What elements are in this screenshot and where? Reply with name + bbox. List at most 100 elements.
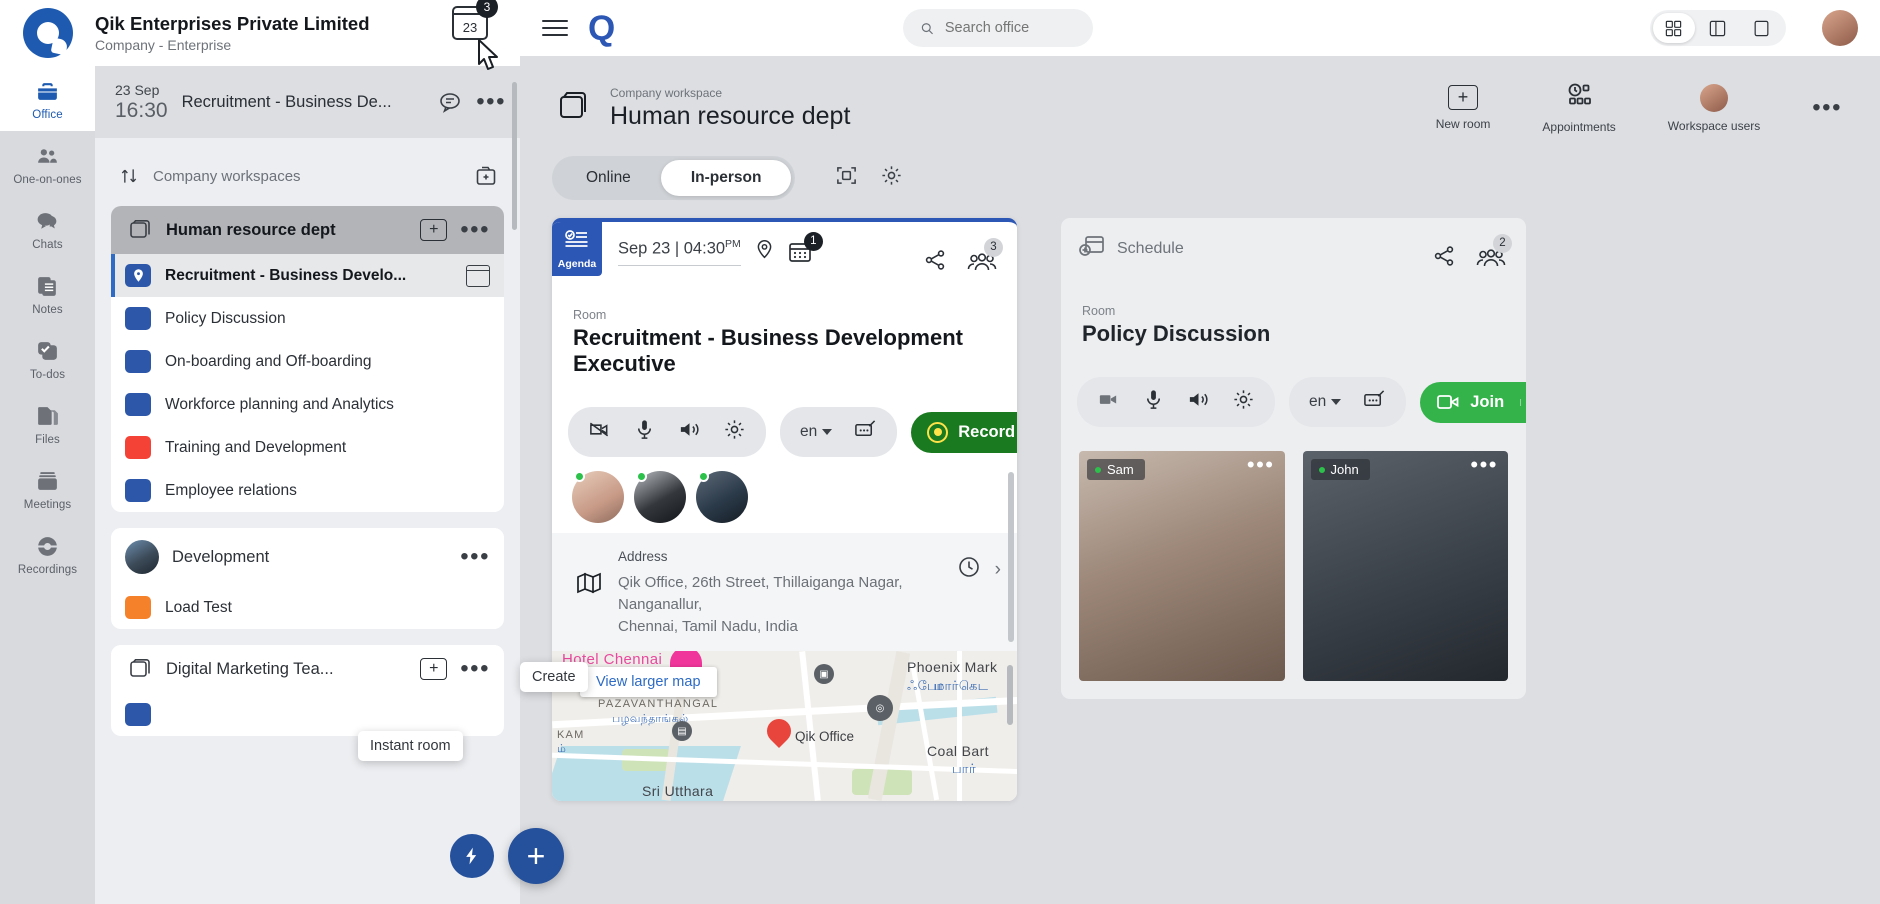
avatar[interactable] — [572, 471, 624, 523]
participants-with-badge[interactable]: 3 — [967, 251, 997, 275]
checkbox-icon — [35, 338, 61, 364]
language-selector[interactable]: en — [800, 423, 832, 441]
settings-gear-icon[interactable] — [1232, 388, 1255, 416]
location-pin-icon[interactable] — [754, 239, 775, 265]
sidebar-room-load-test[interactable]: Load Test — [111, 586, 504, 629]
split-view-button[interactable] — [1697, 13, 1739, 43]
room-label: Room — [552, 296, 1017, 325]
camera-icon[interactable] — [1097, 388, 1120, 416]
camera-off-icon[interactable] — [588, 418, 611, 446]
workspace-header-development[interactable]: Development ••• — [111, 528, 504, 586]
sidebar-room-recruitment[interactable]: Recruitment - Business Develo... — [111, 254, 504, 297]
workspace-more-icon[interactable]: ••• — [460, 662, 490, 676]
app-logo[interactable] — [0, 0, 95, 66]
chevron-right-icon[interactable]: › — [995, 559, 1001, 581]
clock-icon[interactable] — [957, 555, 981, 584]
sidebar-item-to-dos[interactable]: To-dos — [0, 326, 95, 391]
workspace-more-icon[interactable]: ••• — [460, 550, 490, 564]
add-room-button[interactable]: + — [420, 658, 447, 680]
page-title: Human resource dept — [610, 102, 850, 131]
settings-gear-icon[interactable] — [723, 418, 746, 446]
sidebar-item-meetings[interactable]: Meetings — [0, 456, 95, 521]
card-scrollbar[interactable] — [1008, 472, 1014, 642]
settings-gear-icon[interactable] — [880, 164, 903, 192]
share-icon[interactable] — [1432, 244, 1456, 273]
join-dropdown[interactable] — [1520, 399, 1526, 406]
appointments-button[interactable]: Appointments — [1542, 82, 1615, 134]
chat-icon[interactable] — [438, 90, 462, 114]
schedule-tag[interactable]: Schedule — [1061, 218, 1184, 264]
microphone-icon[interactable] — [1142, 388, 1165, 416]
card-header-actions: 3 — [923, 222, 1017, 277]
calendar-with-badge[interactable]: 1 — [788, 241, 812, 263]
top-bar: Q — [520, 0, 1880, 56]
agenda-label: Agenda — [552, 258, 602, 270]
active-meeting-strip[interactable]: 23 Sep 16:30 Recruitment - Business De..… — [95, 66, 520, 138]
sort-arrows-icon[interactable] — [119, 166, 139, 186]
sidebar-item-notes[interactable]: Notes — [0, 261, 95, 326]
new-room-button[interactable]: + New room — [1436, 85, 1491, 131]
banner-actions: + New room Appointments Workspace users … — [1436, 82, 1852, 134]
single-view-button[interactable] — [1741, 13, 1783, 43]
speaker-icon[interactable] — [678, 418, 701, 446]
video-tile[interactable]: John ••• — [1303, 451, 1509, 681]
participant-name-badge: Sam — [1087, 459, 1145, 480]
workspace-list: Company workspaces Human resource dept +… — [95, 138, 520, 904]
sidebar-item-one-on-ones[interactable]: One-on-ones — [0, 131, 95, 196]
qr-scan-icon[interactable] — [835, 164, 858, 192]
workspace-users-button[interactable]: Workspace users — [1668, 84, 1760, 133]
user-avatar[interactable] — [1822, 10, 1858, 46]
grid-view-button[interactable] — [1653, 13, 1695, 43]
calendar-day-chip[interactable]: 23 3 — [452, 6, 488, 40]
language-selector[interactable]: en — [1309, 393, 1341, 411]
sidebar-room-placeholder[interactable] — [111, 693, 504, 736]
avatar[interactable] — [634, 471, 686, 523]
more-options-icon[interactable]: ••• — [1812, 101, 1842, 115]
sidebar-room-workforce-planning[interactable]: Workforce planning and Analytics — [111, 383, 504, 426]
agenda-tab[interactable]: Agenda — [552, 222, 602, 276]
meeting-datetime[interactable]: Sep 23 | 04:30PM — [618, 238, 741, 266]
more-options-icon[interactable]: ••• — [1470, 457, 1498, 472]
hamburger-menu-icon[interactable] — [542, 20, 568, 37]
sidebar-item-recordings[interactable]: Recordings — [0, 521, 95, 586]
participants-with-badge[interactable]: 2 — [1476, 247, 1506, 271]
sidebar-room-training-development[interactable]: Training and Development — [111, 426, 504, 469]
sidebar-room-policy-discussion[interactable]: Policy Discussion — [111, 297, 504, 340]
calendar-icon[interactable] — [466, 265, 490, 287]
sidebar-room-employee-relations[interactable]: Employee relations — [111, 469, 504, 512]
search-input[interactable] — [945, 20, 1077, 36]
sidebar-item-files[interactable]: Files — [0, 391, 95, 456]
more-options-icon[interactable]: ••• — [476, 95, 506, 109]
video-join-icon — [1436, 392, 1460, 412]
speaker-icon[interactable] — [1187, 388, 1210, 416]
search-box[interactable] — [903, 9, 1093, 47]
location-map[interactable]: Hotel Chennai View larger map PAZAVANTHA… — [552, 651, 1017, 801]
main-area: Q Company workspace Human resource dept — [520, 0, 1880, 904]
workspace-header-human-resource-dept[interactable]: Human resource dept + ••• — [111, 206, 504, 254]
sidebar-item-chats[interactable]: Chats — [0, 196, 95, 261]
instant-room-button[interactable] — [450, 834, 494, 878]
tab-in-person[interactable]: In-person — [661, 160, 792, 196]
sidebar-scrollbar[interactable] — [512, 82, 517, 230]
workspace-header-digital-marketing[interactable]: Digital Marketing Tea... + ••• — [111, 645, 504, 693]
briefcase-icon — [35, 78, 61, 104]
share-icon[interactable] — [923, 248, 947, 277]
join-button[interactable]: Join — [1420, 382, 1526, 423]
whiteboard-icon[interactable] — [1363, 388, 1386, 416]
sidebar-item-office[interactable]: Office — [0, 66, 95, 131]
record-button[interactable]: Record — [911, 412, 1017, 453]
online-dot — [574, 471, 585, 482]
whiteboard-icon[interactable] — [854, 418, 877, 446]
view-larger-map-button[interactable]: View larger map — [580, 667, 717, 697]
microphone-icon[interactable] — [633, 418, 656, 446]
workspace-more-icon[interactable]: ••• — [460, 223, 490, 237]
add-room-button[interactable]: + — [420, 219, 447, 241]
avatar[interactable] — [696, 471, 748, 523]
map-scrollbar[interactable] — [1007, 651, 1013, 801]
sidebar-room-onboarding-offboarding[interactable]: On-boarding and Off-boarding — [111, 340, 504, 383]
create-button[interactable]: + — [508, 828, 564, 884]
add-workspace-icon[interactable] — [474, 164, 498, 188]
more-options-icon[interactable]: ••• — [1247, 457, 1275, 472]
video-tile[interactable]: Sam ••• — [1079, 451, 1285, 681]
tab-online[interactable]: Online — [556, 160, 661, 196]
